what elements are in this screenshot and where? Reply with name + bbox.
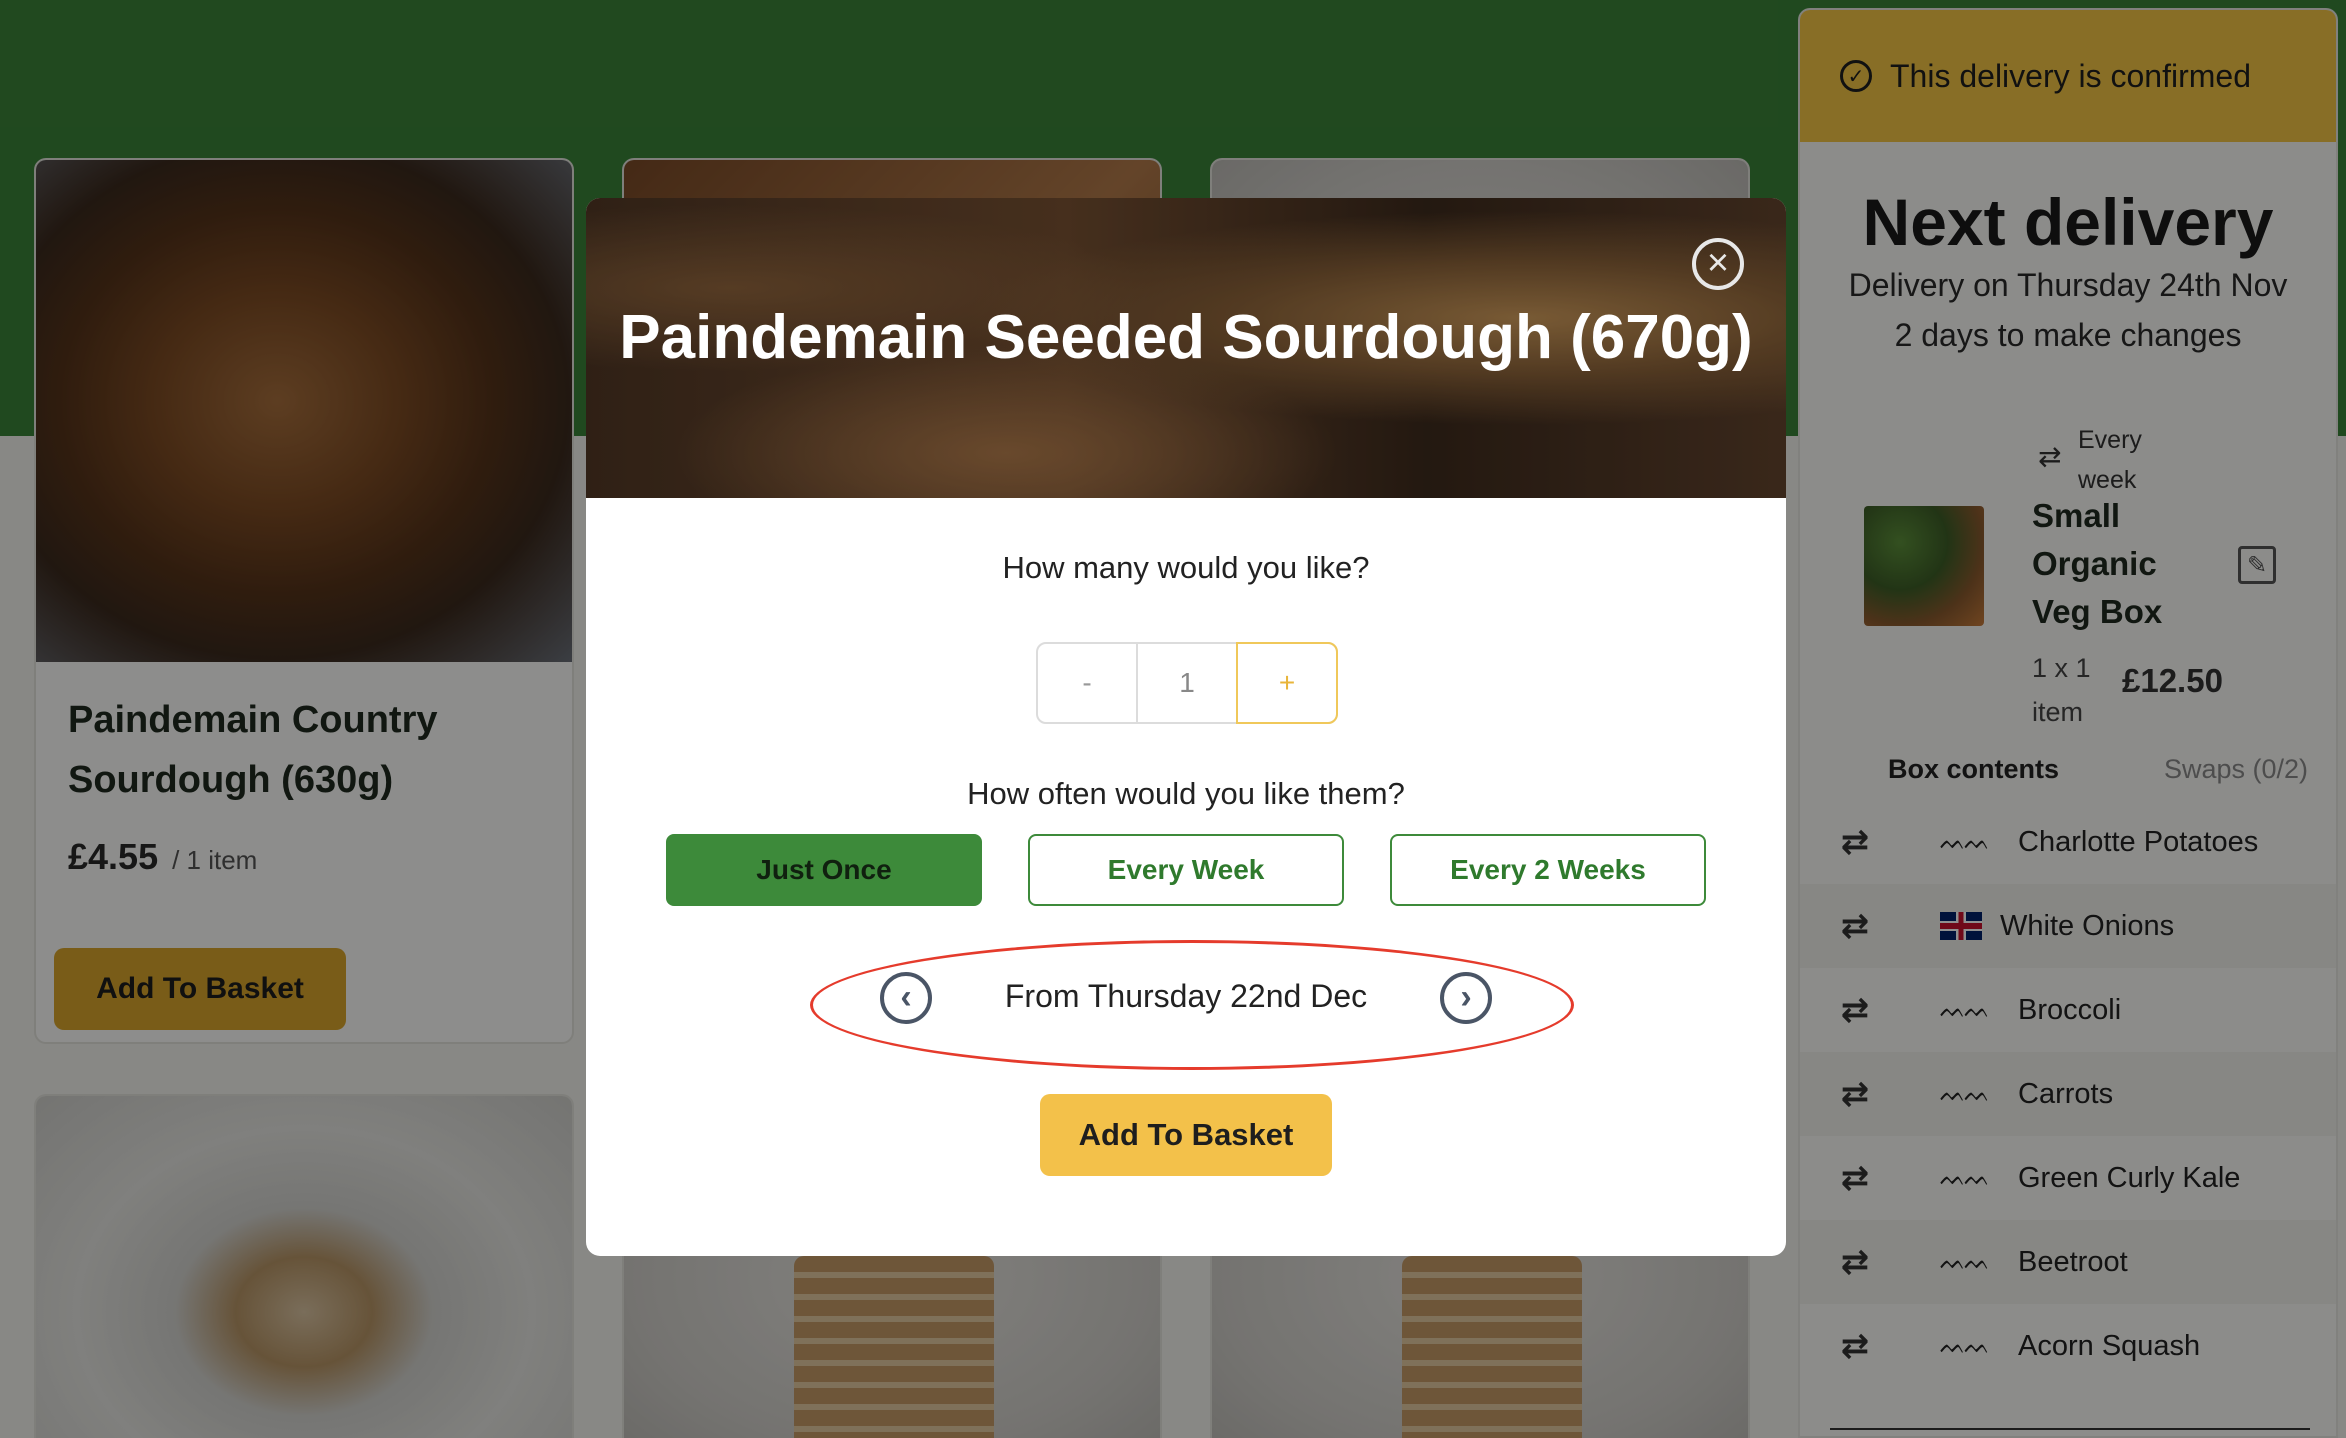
increment-button[interactable]: + [1236, 642, 1338, 724]
quantity-stepper: - 1 + [1036, 642, 1338, 724]
just-once-button[interactable]: Just Once [666, 834, 982, 906]
product-modal: Paindemain Seeded Sourdough (670g) × How… [586, 198, 1786, 1256]
start-date-selector: ‹ From Thursday 22nd Dec › [586, 968, 1786, 1028]
close-icon[interactable]: × [1692, 238, 1744, 290]
start-date-text: From Thursday 22nd Dec [1004, 978, 1368, 1014]
quantity-value[interactable]: 1 [1138, 644, 1236, 722]
every-2-weeks-button[interactable]: Every 2 Weeks [1390, 834, 1706, 906]
every-week-button[interactable]: Every Week [1028, 834, 1344, 906]
add-to-basket-button[interactable]: Add To Basket [1040, 1094, 1332, 1176]
frequency-question: How often would you like them? [967, 776, 1405, 811]
chevron-right-icon[interactable]: › [1440, 972, 1492, 1024]
modal-title: Paindemain Seeded Sourdough (670g) [619, 303, 1753, 372]
quantity-question: How many would you like? [1002, 550, 1370, 585]
decrement-button[interactable]: - [1038, 644, 1138, 722]
